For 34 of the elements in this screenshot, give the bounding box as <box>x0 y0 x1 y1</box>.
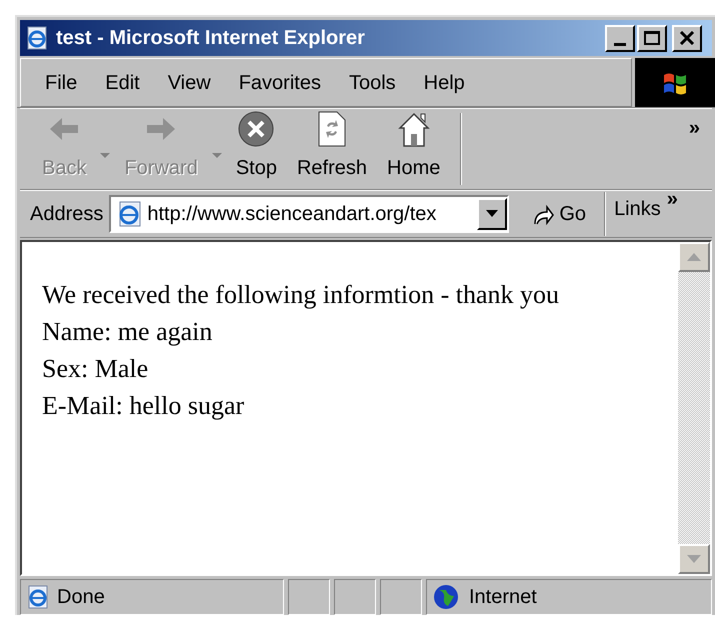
refresh-button[interactable]: Refresh <box>286 109 378 189</box>
menu-item[interactable]: Tools <box>334 64 410 100</box>
content-line: Sex: Male <box>42 353 148 385</box>
content-line: We received the following informtion - thank you <box>42 279 560 311</box>
zone-text: Internet <box>469 585 537 610</box>
caret-icon <box>486 210 498 218</box>
address-label: Address <box>30 202 104 227</box>
minimize-button[interactable] <box>605 24 635 52</box>
window-title: test - Microsoft Internet Explorer <box>56 26 366 51</box>
maximize-button[interactable] <box>637 24 667 52</box>
url-text: http://www.scienceandart.org/tex <box>147 202 438 227</box>
vertical-scrollbar[interactable] <box>678 242 710 574</box>
menu-item[interactable]: View <box>154 64 225 100</box>
globe-icon <box>433 584 459 610</box>
stop-button[interactable]: Stop <box>226 109 287 189</box>
links-button[interactable]: Links » <box>614 194 678 234</box>
dropdown-button[interactable] <box>477 198 508 230</box>
stop-icon <box>237 110 276 148</box>
menu-item[interactable]: Edit <box>91 64 154 100</box>
content-line: Name: me again <box>42 316 212 348</box>
close-icon <box>679 31 695 45</box>
home-button[interactable]: Home <box>377 109 450 189</box>
close-button[interactable] <box>672 24 702 52</box>
status-panel <box>288 579 330 615</box>
more-buttons-chevron[interactable]: » <box>688 113 700 143</box>
status-text: Done <box>57 585 105 610</box>
status-panel <box>334 579 376 615</box>
menu-item[interactable]: Favorites <box>224 64 335 100</box>
status-panel <box>380 579 422 615</box>
content-line: E-Mail: hello sugar <box>42 390 244 422</box>
menu-item[interactable]: Help <box>410 64 479 100</box>
menu-item[interactable]: File <box>31 64 92 100</box>
go-button[interactable]: Go <box>527 194 590 234</box>
address-field[interactable]: http://www.scienceandart.org/tex <box>109 195 510 233</box>
